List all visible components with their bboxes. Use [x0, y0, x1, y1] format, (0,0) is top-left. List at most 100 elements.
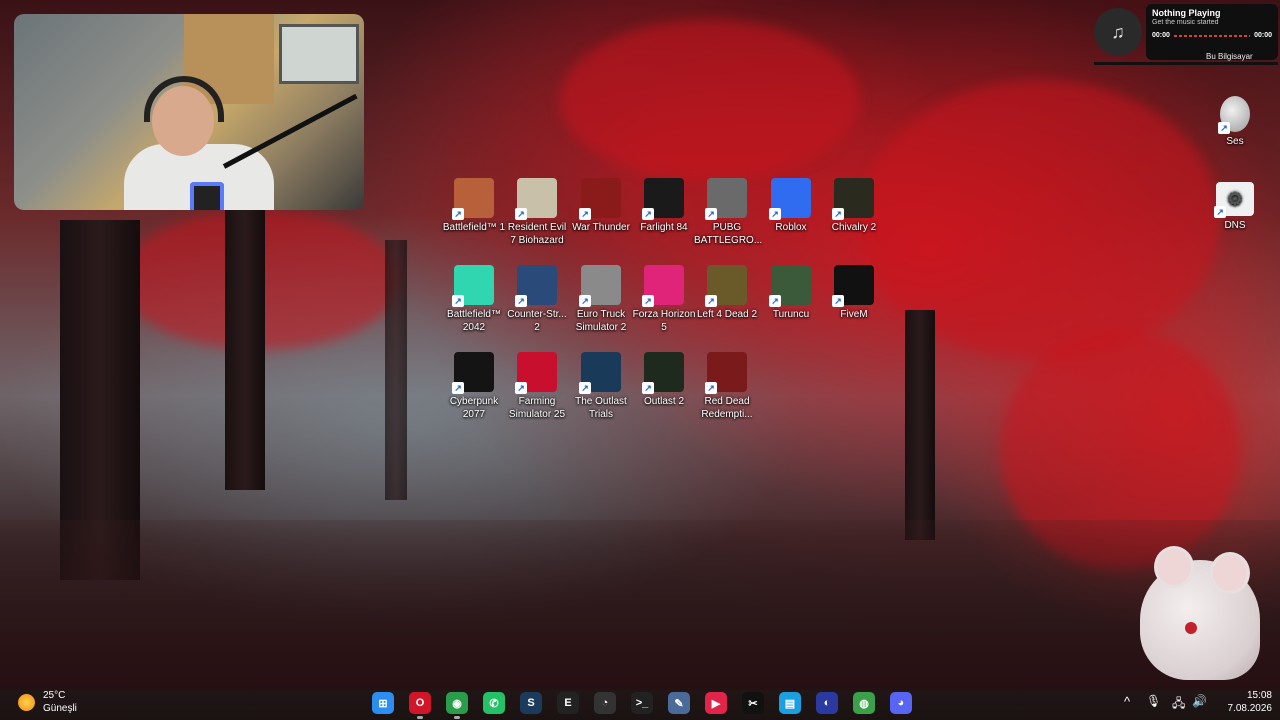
shortcut-arrow-icon: ↗ — [579, 295, 591, 307]
notepad-icon[interactable]: ✎ — [668, 692, 690, 714]
roblox-icon: ↗ — [769, 178, 811, 220]
desktop-icon-label: Resident Evil 7 Biohazard — [507, 222, 567, 246]
outlast-trials-icon: ↗ — [579, 352, 621, 394]
shortcut-arrow-icon: ↗ — [579, 382, 591, 394]
webcam-aquarium — [279, 24, 359, 84]
globe-icon[interactable]: ◍ — [853, 692, 875, 714]
shortcut-arrow-icon: ↗ — [579, 208, 591, 220]
counter-strike-icon: ↗ — [515, 265, 557, 307]
media-subtitle: Get the music started — [1152, 19, 1219, 26]
desktop-icon-label: Red Dead Redempti... — [701, 396, 753, 420]
steam-icon[interactable]: S — [520, 692, 542, 714]
euro-truck-icon: ↗ — [579, 265, 621, 307]
desktop-icon-label: Battlefield™ 2042 — [447, 309, 501, 333]
desktop-icon-chivalry[interactable]: ↗ Chivalry 2 — [821, 178, 887, 234]
desktop-icon-label: Chivalry 2 — [831, 222, 877, 233]
battlefield2042-icon: ↗ — [452, 265, 494, 307]
outlast2-icon: ↗ — [642, 352, 684, 394]
media-player-icon[interactable]: ▶ — [705, 692, 727, 714]
media-underline — [1094, 62, 1278, 65]
red-dead-icon: ↗ — [705, 352, 747, 394]
windows-icon[interactable]: ⊞ — [372, 692, 394, 714]
media-widget[interactable]: ♫ Nothing Playing Get the music started … — [1094, 4, 1278, 65]
tree-trunk — [225, 210, 265, 490]
music-note-icon[interactable]: ♫ — [1094, 8, 1142, 56]
desktop-icon-dns[interactable]: ⚙ ↗ DNS — [1202, 182, 1268, 232]
microphone-tray-icon[interactable]: 🎙 — [1146, 694, 1161, 708]
war-thunder-icon: ↗ — [579, 178, 621, 220]
cyberpunk-icon: ↗ — [452, 352, 494, 394]
desktop-icon-label: Roblox — [775, 222, 807, 233]
desktop-icon-label: PUBG BATTLEGRO... — [694, 222, 763, 246]
terminal-icon[interactable]: >_ — [631, 692, 653, 714]
whatsapp-icon[interactable]: ✆ — [483, 692, 505, 714]
desktop-icon-label: The Outlast Trials — [575, 396, 627, 420]
desktop-icon-battlefield1[interactable]: ↗ Battlefield™ 1 — [441, 178, 507, 234]
tree-trunk — [385, 240, 407, 500]
desktop-icon-war-thunder[interactable]: ↗ War Thunder — [568, 178, 634, 234]
desktop-icon-label: Forza Horizon 5 — [632, 309, 696, 333]
desktop-icon-label: Euro Truck Simulator 2 — [575, 309, 627, 333]
shortcut-arrow-icon: ↗ — [515, 208, 527, 220]
fivem-icon: ↗ — [832, 265, 874, 307]
mouse-ear — [1210, 552, 1250, 594]
clock-app-icon[interactable]: ◔ — [594, 692, 616, 714]
left4dead-icon: ↗ — [705, 265, 747, 307]
desktop-icon-counter-strike[interactable]: ↗ Counter-Str... 2 — [504, 265, 570, 334]
desktop-icon-farlight[interactable]: ↗ Farlight 84 — [631, 178, 697, 234]
desktop-icon-turuncu[interactable]: ↗ Turuncu — [758, 265, 824, 321]
sun-icon — [18, 694, 35, 711]
desktop-icon-label: Battlefield™ 1 — [442, 222, 506, 233]
desktop-icon-ses[interactable]: ↗ Ses — [1202, 96, 1268, 148]
shortcut-arrow-icon: ↗ — [832, 208, 844, 220]
media-time-start: 00:00 — [1152, 32, 1170, 39]
desktop-icon-pubg[interactable]: ↗ PUBG BATTLEGRO... — [694, 178, 763, 247]
forza-icon: ↗ — [642, 265, 684, 307]
desktop-icon-label: DNS — [1224, 220, 1246, 231]
shortcut-arrow-icon: ↗ — [515, 295, 527, 307]
epic-games-icon[interactable]: E — [557, 692, 579, 714]
media-track[interactable] — [1173, 34, 1251, 37]
desktop-icon-label: Farming Simulator 25 — [508, 396, 566, 420]
desktop-icon-farming-sim[interactable]: ↗ Farming Simulator 25 — [504, 352, 570, 421]
pubg-icon: ↗ — [705, 178, 747, 220]
shortcut-arrow-icon: ↗ — [832, 295, 844, 307]
chrome-icon[interactable]: ◉ — [446, 692, 468, 714]
network-icon[interactable]: 🖧 — [1172, 694, 1185, 715]
browser-icon[interactable]: ◐ — [816, 692, 838, 714]
shortcut-arrow-icon: ↗ — [1218, 122, 1230, 134]
desktop-icon-label: Counter-Str... 2 — [507, 309, 567, 333]
running-indicator — [454, 716, 460, 719]
media-title: Nothing Playing — [1152, 8, 1221, 18]
desktop-icon-forza[interactable]: ↗ Forza Horizon 5 — [631, 265, 697, 334]
desktop-icon-roblox[interactable]: ↗ Roblox — [758, 178, 824, 234]
tray-chevron-icon[interactable]: ^ — [1124, 694, 1130, 709]
volume-icon[interactable]: 🔊 — [1192, 694, 1207, 708]
farming-sim-icon: ↗ — [515, 352, 557, 394]
desktop-icon-cyberpunk[interactable]: ↗ Cyberpunk 2077 — [441, 352, 507, 421]
desktop-icon-label: Cyberpunk 2077 — [449, 396, 499, 420]
shortcut-arrow-icon: ↗ — [769, 208, 781, 220]
capcut-icon[interactable]: ✂ — [742, 692, 764, 714]
shortcut-arrow-icon: ↗ — [705, 208, 717, 220]
desktop-icon-battlefield2042[interactable]: ↗ Battlefield™ 2042 — [441, 265, 507, 334]
shortcut-arrow-icon: ↗ — [769, 295, 781, 307]
desktop-icon-red-dead[interactable]: ↗ Red Dead Redempti... — [694, 352, 760, 421]
desktop-icon-fivem[interactable]: ↗ FiveM — [821, 265, 887, 321]
desktop-icon-euro-truck[interactable]: ↗ Euro Truck Simulator 2 — [568, 265, 634, 334]
desktop-icon-resident-evil[interactable]: ↗ Resident Evil 7 Biohazard — [504, 178, 570, 247]
clock[interactable]: 15:08 7.08.2026 — [1216, 689, 1273, 715]
discord-icon[interactable]: ◕ — [890, 692, 912, 714]
desktop-icon-label: FiveM — [840, 309, 868, 320]
desktop-icon-outlast-trials[interactable]: ↗ The Outlast Trials — [568, 352, 634, 421]
folder-icon[interactable]: ▤ — [779, 692, 801, 714]
opera-icon[interactable]: O — [409, 692, 431, 714]
chivalry-icon: ↗ — [832, 178, 874, 220]
shortcut-arrow-icon: ↗ — [642, 208, 654, 220]
desktop-icon-label: Ses — [1226, 136, 1244, 147]
this-pc-label: Bu Bilgisayar — [1206, 52, 1253, 61]
desktop-icon-left4dead[interactable]: ↗ Left 4 Dead 2 — [694, 265, 760, 321]
tree-trunk — [905, 310, 935, 540]
turuncu-icon: ↗ — [769, 265, 811, 307]
desktop-icon-outlast2[interactable]: ↗ Outlast 2 — [631, 352, 697, 408]
